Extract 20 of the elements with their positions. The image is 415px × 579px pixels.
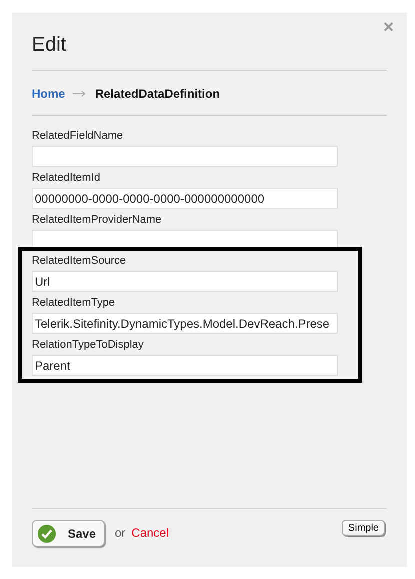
arrow-icon [73,91,88,97]
field-label: RelatedItemId [32,172,102,185]
field-label: RelatedFieldName [32,130,124,143]
dialog-title: Edit [32,33,68,57]
field-label: RelatedItemType [32,297,116,310]
field-label: RelatedItemSource [32,255,128,268]
breadcrumb-link[interactable]: Home [32,87,66,101]
simple-button[interactable]: Simple [342,520,385,536]
breadcrumb-current: RelatedDataDefinition [95,87,220,101]
cancel-link[interactable]: Cancel [132,526,170,540]
or-text: or [115,526,126,540]
input-field[interactable] [32,146,338,167]
input-field[interactable]: 00000000-0000-0000-0000-000000000000 [32,188,338,209]
field-label: RelatedItemProviderName [32,214,163,227]
checkmark-icon [38,524,56,542]
save-button[interactable]: Save [32,520,105,547]
input-field[interactable]: Telerik.Sitefinity.DynamicTypes.Model.DevReach.Prese [32,313,338,334]
input-field[interactable]: Url [32,271,338,292]
field-label: RelationTypeToDisplay [32,339,145,352]
input-field[interactable]: Parent [32,355,338,376]
